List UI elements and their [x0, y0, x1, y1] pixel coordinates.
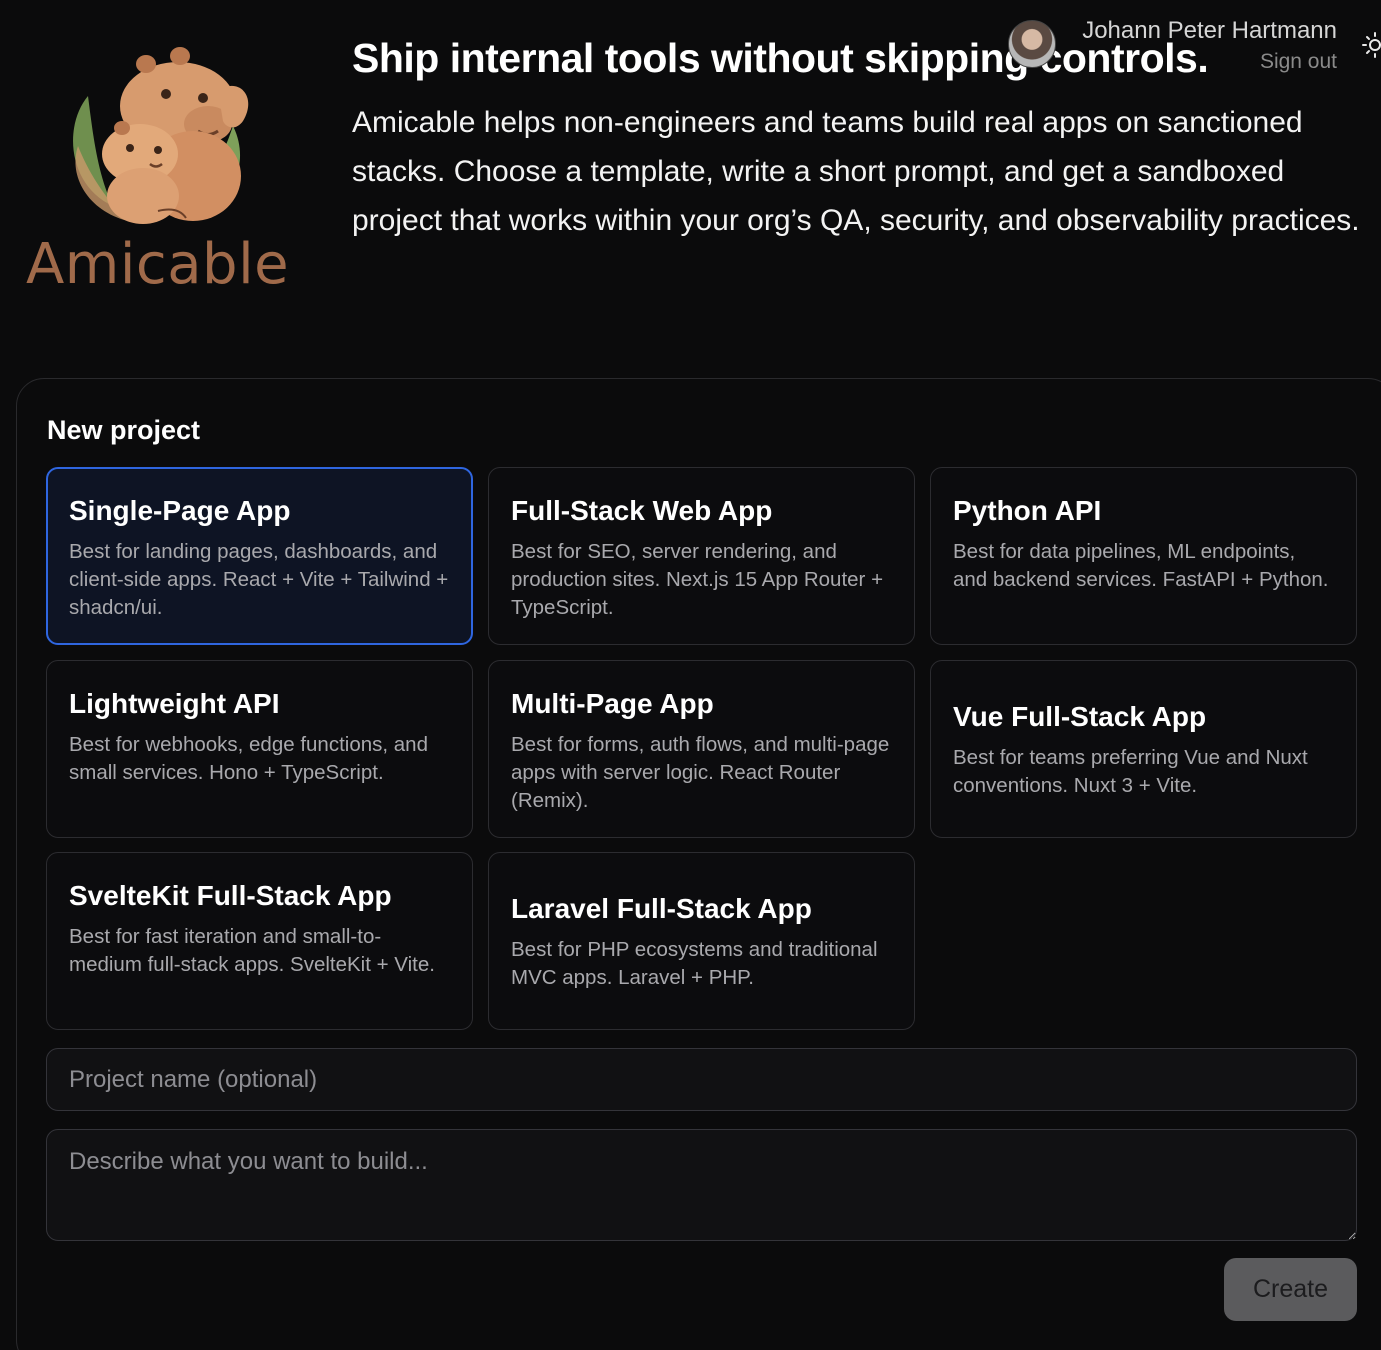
template-card-laravel-full-stack-app[interactable]: Laravel Full-Stack App Best for PHP ecos…: [488, 852, 915, 1030]
template-description: Best for SEO, server rendering, and prod…: [511, 540, 884, 619]
template-card-sveltekit-full-stack-app[interactable]: SvelteKit Full-Stack App Best for fast i…: [46, 852, 473, 1030]
template-card-lightweight-api[interactable]: Lightweight API Best for webhooks, edge …: [46, 660, 473, 838]
template-title: Laravel Full-Stack App: [511, 893, 812, 924]
template-description: Best for PHP ecosystems and traditional …: [511, 938, 878, 989]
template-card-python-api[interactable]: Python API Best for data pipelines, ML e…: [930, 467, 1357, 645]
sun-icon[interactable]: [1357, 30, 1381, 60]
brand-logo: Amicable: [20, 36, 300, 306]
avatar[interactable]: [1008, 20, 1056, 68]
sign-out-link[interactable]: Sign out: [1082, 50, 1337, 74]
template-description: Best for data pipelines, ML endpoints, a…: [953, 540, 1329, 591]
template-description: Best for fast iteration and small-to-med…: [69, 925, 435, 976]
template-description: Best for teams preferring Vue and Nuxt c…: [953, 746, 1308, 797]
template-title: Vue Full-Stack App: [953, 701, 1207, 732]
template-title: Multi-Page App: [511, 688, 714, 719]
new-project-panel: New project Single-Page App Best for lan…: [16, 378, 1381, 1350]
template-description: Best for webhooks, edge functions, and s…: [69, 733, 428, 784]
template-title: Python API: [953, 495, 1102, 526]
panel-title: New project: [47, 415, 201, 445]
project-name-input[interactable]: [46, 1048, 1357, 1111]
brand-name: Amicable: [26, 232, 290, 297]
template-title: SvelteKit Full-Stack App: [69, 880, 392, 911]
hero-description: Amicable helps non-engineers and teams b…: [352, 106, 1360, 237]
template-card-vue-full-stack-app[interactable]: Vue Full-Stack App Best for teams prefer…: [930, 660, 1357, 838]
template-title: Single-Page App: [69, 495, 291, 526]
user-name: Johann Peter Hartmann: [1082, 17, 1337, 44]
template-card-multi-page-app[interactable]: Multi-Page App Best for forms, auth flow…: [488, 660, 915, 838]
template-title: Lightweight API: [69, 688, 280, 719]
create-button[interactable]: Create: [1224, 1258, 1357, 1321]
template-card-single-page-app[interactable]: Single-Page App Best for landing pages, …: [46, 467, 473, 645]
project-prompt-textarea[interactable]: [46, 1129, 1357, 1241]
user-menu: Johann Peter Hartmann Sign out: [1082, 16, 1337, 74]
page: Amicable Ship internal tools without ski…: [0, 0, 1381, 1350]
template-description: Best for landing pages, dashboards, and …: [69, 540, 449, 619]
capybara-logo-icon: [73, 47, 249, 224]
template-title: Full-Stack Web App: [511, 495, 773, 526]
template-card-full-stack-web-app[interactable]: Full-Stack Web App Best for SEO, server …: [488, 467, 915, 645]
template-description: Best for forms, auth flows, and multi-pa…: [511, 733, 890, 812]
